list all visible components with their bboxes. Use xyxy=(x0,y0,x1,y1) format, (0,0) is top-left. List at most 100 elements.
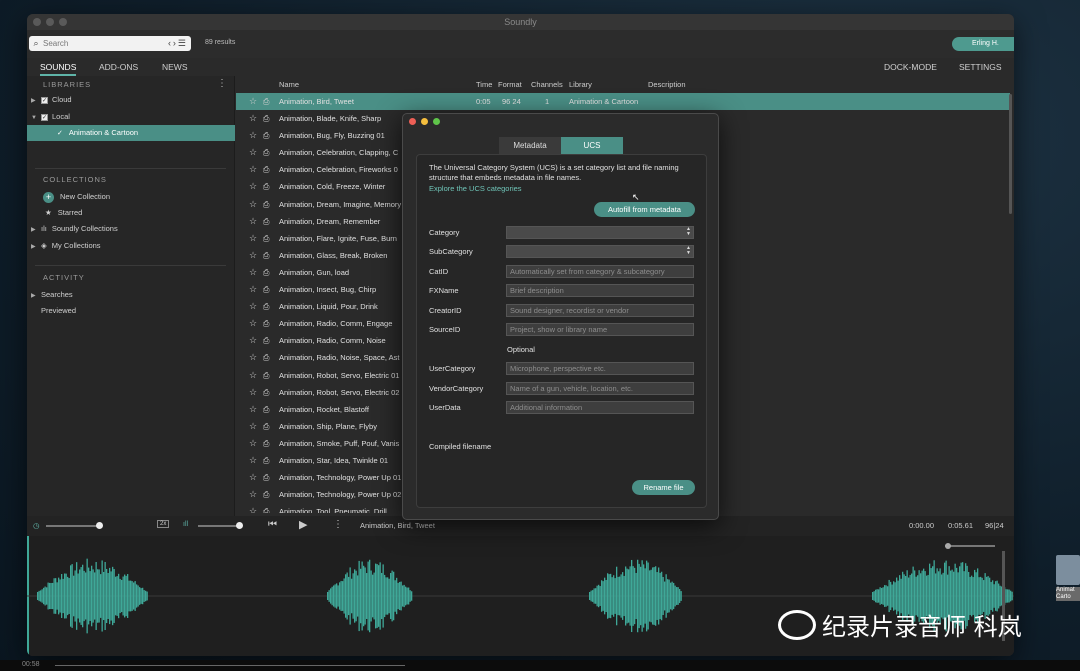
more-icon[interactable]: ⋮ xyxy=(333,519,343,530)
star-icon[interactable]: ☆ xyxy=(249,281,257,298)
download-icon[interactable]: ⎙ xyxy=(263,486,269,503)
star-icon[interactable]: ☆ xyxy=(249,315,257,332)
download-icon[interactable]: ⎙ xyxy=(263,161,269,178)
star-icon[interactable]: ☆ xyxy=(249,435,257,452)
star-icon[interactable]: ☆ xyxy=(249,503,257,513)
star-icon[interactable]: ☆ xyxy=(249,144,257,161)
download-icon[interactable]: ⎙ xyxy=(263,213,269,230)
star-icon[interactable]: ☆ xyxy=(249,178,257,195)
star-icon[interactable]: ☆ xyxy=(249,486,257,503)
download-icon[interactable]: ⎙ xyxy=(263,349,269,366)
star-icon[interactable]: ☆ xyxy=(249,349,257,366)
creatorid-field[interactable]: Sound designer, recordist or vendor xyxy=(506,304,694,317)
usercategory-field[interactable]: Microphone, perspective etc. xyxy=(506,362,694,375)
rewind-icon[interactable]: ⏮ xyxy=(268,519,277,530)
download-icon[interactable]: ⎙ xyxy=(263,281,269,298)
star-icon[interactable]: ☆ xyxy=(249,161,257,178)
col-format[interactable]: Format xyxy=(498,80,522,89)
sidebar-item-searches[interactable]: ▶ Searches xyxy=(27,287,235,303)
speed-button[interactable]: 2x xyxy=(157,520,170,528)
download-icon[interactable]: ⎙ xyxy=(263,298,269,315)
star-icon[interactable]: ☆ xyxy=(249,332,257,349)
pitch-knob[interactable] xyxy=(236,522,243,529)
tab-addons[interactable]: ADD-ONS xyxy=(99,62,138,72)
category-select[interactable]: ▲ ▼ xyxy=(506,226,694,239)
volume-slider[interactable] xyxy=(46,525,98,527)
download-icon[interactable]: ⎙ xyxy=(263,452,269,469)
star-icon[interactable]: ☆ xyxy=(249,384,257,401)
col-channels[interactable]: Channels xyxy=(531,80,563,89)
vendorcategory-field[interactable]: Name of a gun, vehicle, location, etc. xyxy=(506,382,694,395)
download-icon[interactable]: ⎙ xyxy=(263,332,269,349)
col-library[interactable]: Library xyxy=(569,80,592,89)
download-icon[interactable]: ⎙ xyxy=(263,230,269,247)
star-icon[interactable]: ☆ xyxy=(249,401,257,418)
catid-field[interactable]: Automatically set from category & subcat… xyxy=(506,265,694,278)
download-icon[interactable]: ⎙ xyxy=(263,264,269,281)
star-icon[interactable]: ☆ xyxy=(249,230,257,247)
list-item[interactable]: ☆ ⎙ Animation, Bird, Tweet 0:05 96 24 1 Animat… xyxy=(236,93,1010,111)
pitch-slider[interactable] xyxy=(198,525,240,527)
tab-settings[interactable]: SETTINGS xyxy=(959,62,1002,72)
volume-knob[interactable] xyxy=(96,522,103,529)
dialog-window-controls[interactable] xyxy=(409,118,440,125)
col-description[interactable]: Description xyxy=(648,80,686,89)
download-icon[interactable]: ⎙ xyxy=(263,367,269,384)
download-icon[interactable]: ⎙ xyxy=(263,247,269,264)
star-icon[interactable]: ☆ xyxy=(249,469,257,486)
sidebar-item-soundly-collections[interactable]: ▶ ılı Soundly Collections xyxy=(27,221,235,237)
download-icon[interactable]: ⎙ xyxy=(263,196,269,213)
star-icon[interactable]: ☆ xyxy=(249,93,257,110)
star-icon[interactable]: ☆ xyxy=(249,298,257,315)
sidebar-item-local[interactable]: ▼ ✓ Local xyxy=(27,109,235,125)
tab-sounds[interactable]: SOUNDS xyxy=(40,62,77,76)
userdata-field[interactable]: Additional information xyxy=(506,401,694,414)
download-icon[interactable]: ⎙ xyxy=(263,469,269,486)
download-icon[interactable]: ⎙ xyxy=(263,110,269,127)
star-icon[interactable]: ☆ xyxy=(249,196,257,213)
download-icon[interactable]: ⎙ xyxy=(263,418,269,435)
list-scrollbar[interactable] xyxy=(1009,94,1012,214)
download-icon[interactable]: ⎙ xyxy=(263,315,269,332)
sidebar-item-animation-cartoon[interactable]: ✓ Animation & Cartoon xyxy=(27,125,235,141)
star-icon[interactable]: ☆ xyxy=(249,247,257,264)
sourceid-field[interactable]: Project, show or library name xyxy=(506,323,694,336)
sidebar-item-new-collection[interactable]: + New Collection xyxy=(27,189,235,205)
sidebar-item-starred[interactable]: ★ Starred xyxy=(27,205,235,221)
video-progress[interactable] xyxy=(55,665,405,666)
sidebar-item-cloud[interactable]: ▶ ✓ Cloud xyxy=(27,92,235,108)
col-name[interactable]: Name xyxy=(279,80,299,89)
rename-file-button[interactable]: Rename file xyxy=(632,480,695,495)
download-icon[interactable]: ⎙ xyxy=(263,503,269,513)
download-icon[interactable]: ⎙ xyxy=(263,384,269,401)
sidebar-item-previewed[interactable]: Previewed xyxy=(27,303,235,319)
star-icon[interactable]: ☆ xyxy=(249,418,257,435)
search-nav-icon[interactable]: ‹›☰ xyxy=(168,38,188,49)
checkbox-icon[interactable]: ✓ xyxy=(41,96,48,104)
star-icon[interactable]: ☆ xyxy=(249,127,257,144)
sidebar-item-my-collections[interactable]: ▶ ◈ My Collections xyxy=(27,238,235,254)
fxname-field[interactable]: Brief description xyxy=(506,284,694,297)
star-icon[interactable]: ☆ xyxy=(249,110,257,127)
download-icon[interactable]: ⎙ xyxy=(263,144,269,161)
autofill-button[interactable]: Autofill from metadata xyxy=(594,202,695,217)
tab-metadata[interactable]: Metadata xyxy=(499,137,561,154)
download-icon[interactable]: ⎙ xyxy=(263,127,269,144)
star-icon[interactable]: ☆ xyxy=(249,367,257,384)
download-icon[interactable]: ⎙ xyxy=(263,93,269,110)
star-icon[interactable]: ☆ xyxy=(249,213,257,230)
tab-news[interactable]: NEWS xyxy=(162,62,188,72)
search-input[interactable]: ⌕ Search ‹›☰ xyxy=(29,36,191,51)
download-icon[interactable]: ⎙ xyxy=(263,401,269,418)
download-icon[interactable]: ⎙ xyxy=(263,178,269,195)
user-button[interactable]: Erling H. xyxy=(952,37,1014,51)
desktop-folder[interactable]: Animat Carto xyxy=(1056,555,1080,601)
download-icon[interactable]: ⎙ xyxy=(263,435,269,452)
subcategory-select[interactable]: ▲ ▼ xyxy=(506,245,694,258)
ucs-categories-link[interactable]: Explore the UCS categories xyxy=(429,184,522,193)
star-icon[interactable]: ☆ xyxy=(249,452,257,469)
tab-dock-mode[interactable]: DOCK-MODE xyxy=(884,62,937,72)
more-icon[interactable]: ⋮ xyxy=(217,78,227,89)
checkbox-icon[interactable]: ✓ xyxy=(41,113,48,121)
window-controls[interactable] xyxy=(33,18,67,26)
